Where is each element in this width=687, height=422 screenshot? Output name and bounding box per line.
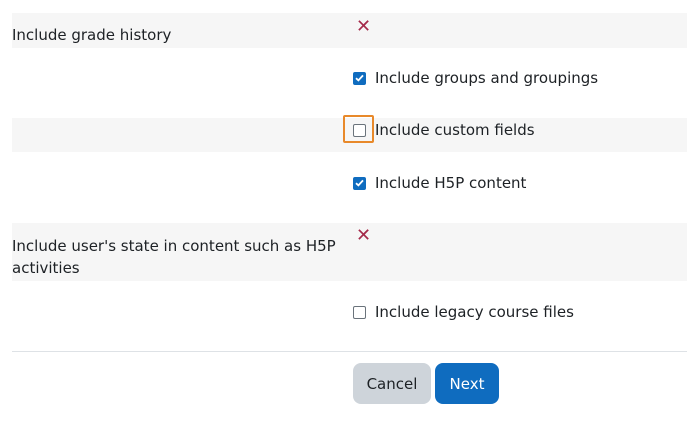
option-label: Include custom fields: [375, 121, 535, 139]
next-button[interactable]: Next: [435, 363, 499, 404]
cancel-button[interactable]: Cancel: [353, 363, 431, 404]
checkbox-checked-icon[interactable]: [353, 176, 366, 190]
grade-history-label: Include grade history: [12, 26, 172, 44]
user-state-x-icon: ✕: [356, 225, 372, 246]
checkbox-unchecked-icon[interactable]: [353, 305, 366, 319]
option-label: Include H5P content: [375, 174, 527, 192]
divider: [12, 351, 687, 352]
option-groups-and-groupings[interactable]: Include groups and groupings: [353, 66, 598, 90]
checkbox-unchecked-icon[interactable]: [353, 123, 366, 137]
option-h5p-content[interactable]: Include H5P content: [353, 171, 526, 195]
option-legacy-course-files[interactable]: Include legacy course files: [353, 300, 574, 324]
option-label: Include legacy course files: [375, 303, 574, 321]
option-label: Include groups and groupings: [375, 69, 599, 87]
grade-history-x-icon: ✕: [356, 16, 372, 37]
option-custom-fields[interactable]: Include custom fields: [353, 118, 535, 142]
user-state-label: Include user's state in content such as …: [12, 237, 336, 277]
checkbox-checked-icon[interactable]: [353, 71, 366, 85]
